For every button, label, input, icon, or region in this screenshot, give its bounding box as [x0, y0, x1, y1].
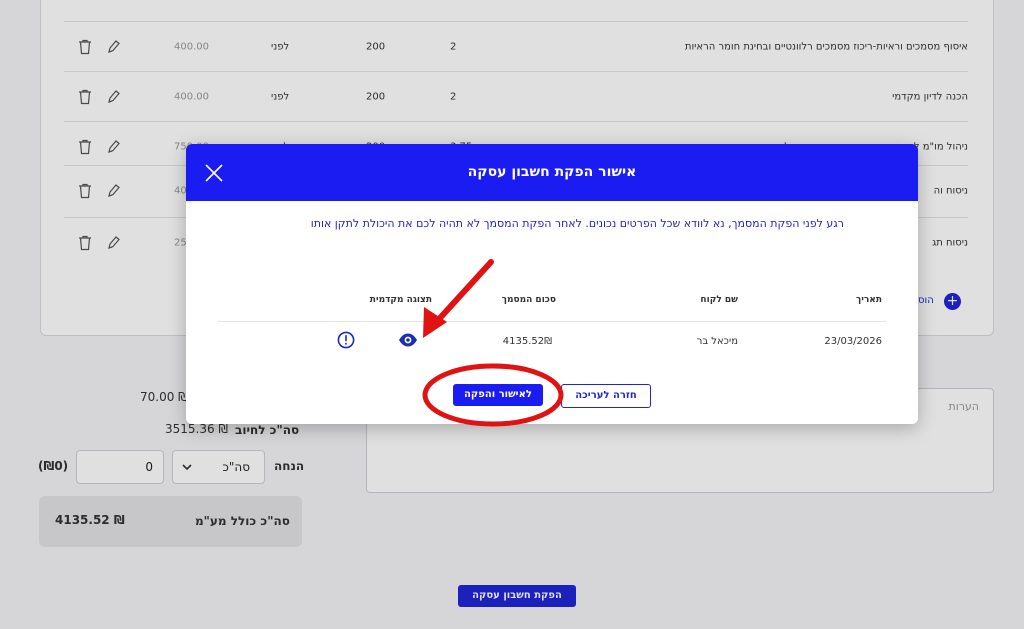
back-to-edit-button[interactable]: חזרה לעריכה	[561, 384, 651, 408]
header-date: תאריך	[856, 295, 882, 305]
row-customer: מיכאל בר	[696, 336, 738, 347]
table-divider	[218, 321, 886, 322]
row-amount: 4135.52₪	[502, 336, 552, 347]
confirm-dialog: אישור הפקת חשבון עסקה רגע לפני הפקת המסמ…	[186, 144, 918, 424]
eye-icon[interactable]	[398, 332, 418, 348]
header-preview: תצוגה מקדמית	[369, 295, 432, 305]
dialog-message: רגע לפני הפקת המסמך, נא לוודא שכל הפרטים…	[310, 217, 844, 230]
row-date: 23/03/2026	[824, 336, 882, 347]
header-amount: סכום המסמך	[501, 295, 556, 305]
info-icon[interactable]	[337, 331, 355, 349]
close-icon[interactable]	[202, 161, 226, 185]
dialog-title: אישור הפקת חשבון עסקה	[467, 164, 637, 180]
header-customer: שם לקוח	[700, 295, 738, 305]
confirm-issue-button[interactable]: לאישור והפקה	[453, 384, 543, 406]
